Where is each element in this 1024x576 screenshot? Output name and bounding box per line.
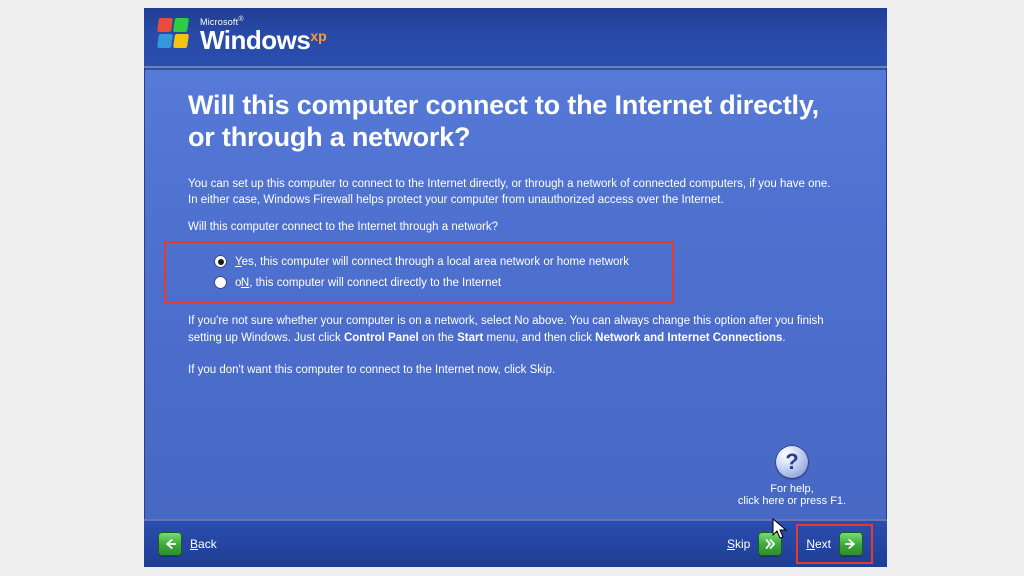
skip-paragraph: If you don't want this computer to conne…: [188, 362, 843, 379]
registered-mark: ®: [238, 16, 243, 23]
back-arrow-icon[interactable]: [158, 532, 182, 556]
hint-paragraph: If you're not sure whether your computer…: [188, 313, 843, 346]
next-arrow-icon[interactable]: [839, 532, 863, 556]
radio-label-no: oN, this computer will connect directly …: [235, 277, 501, 289]
back-button-group[interactable]: Back: [158, 532, 217, 556]
help-area[interactable]: ? For help, click here or press F1.: [717, 445, 867, 507]
skip-arrow-icon[interactable]: [758, 532, 782, 556]
page-title: Will this computer connect to the Intern…: [188, 90, 843, 154]
radio-label-yes: Yes, this computer will connect through …: [235, 256, 629, 268]
skip-button-group[interactable]: Skip: [727, 532, 782, 556]
oobe-window: Microsoft® Windowsxp Will this computer …: [144, 8, 887, 567]
windows-word: Windows: [200, 25, 310, 55]
xp-word: xp: [310, 28, 326, 44]
next-highlight: Next: [796, 524, 873, 564]
back-label[interactable]: Back: [190, 537, 217, 551]
intro-paragraph: You can set up this computer to connect …: [188, 176, 843, 209]
radio-button-no[interactable]: [214, 276, 227, 289]
radio-option-yes[interactable]: Yes, this computer will connect through …: [214, 251, 664, 272]
page-content: Will this computer connect to the Intern…: [144, 68, 887, 379]
help-text-2: click here or press F1.: [717, 495, 867, 507]
network-question: Will this computer connect to the Intern…: [188, 221, 843, 233]
next-label[interactable]: Next: [806, 537, 831, 551]
radio-option-no[interactable]: oN, this computer will connect directly …: [214, 272, 664, 293]
header-bar: Microsoft® Windowsxp: [144, 8, 887, 68]
footer-nav: Back Skip Next: [144, 519, 887, 567]
windows-flag-icon: [158, 18, 192, 52]
help-text-1: For help,: [717, 483, 867, 495]
skip-label[interactable]: Skip: [727, 537, 750, 551]
help-icon[interactable]: ?: [775, 445, 809, 479]
right-nav: Skip Next: [727, 524, 873, 564]
windows-logo-text: Microsoft® Windowsxp: [200, 16, 327, 53]
radio-button-yes[interactable]: [214, 255, 227, 268]
options-highlight: Yes, this computer will connect through …: [164, 241, 674, 303]
